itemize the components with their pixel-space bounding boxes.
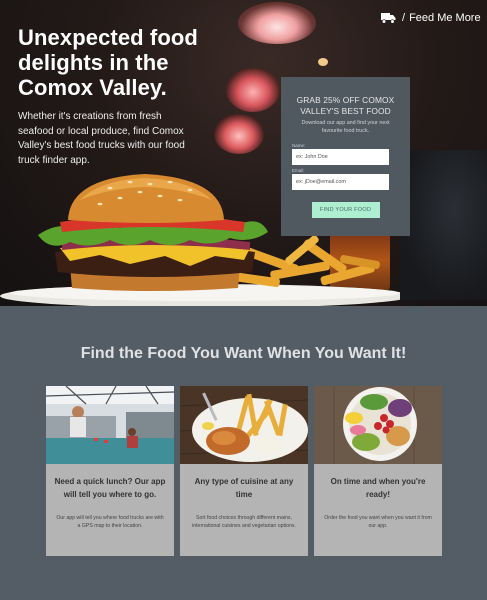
- salad-bowl-image: [314, 386, 442, 464]
- feature-cards: Need a quick lunch? Our app will tell yo…: [46, 386, 442, 556]
- section-title: Find the Food You Want When You Want It!: [80, 345, 407, 362]
- card-text: Sort food choices through different main…: [192, 515, 296, 530]
- pendant-light: [318, 58, 328, 66]
- pendant-light: [226, 68, 280, 112]
- pendant-light: [238, 2, 316, 44]
- email-field[interactable]: [292, 174, 389, 190]
- truck-icon: [381, 13, 396, 24]
- hero-description: Whether it's creations from fresh seafoo…: [18, 111, 185, 166]
- card-title: On time and when you're ready!: [330, 477, 426, 499]
- feature-card: Any type of cuisine at any time Sort foo…: [180, 386, 308, 556]
- find-your-food-button[interactable]: FIND YOUR FOOD: [311, 202, 380, 218]
- fries-basket-image: [180, 386, 308, 464]
- card-title: Need a quick lunch? Our app will tell yo…: [54, 477, 166, 499]
- hero-banner: Unexpected food delights in the Comox Va…: [0, 0, 487, 306]
- food-court-image: [46, 386, 174, 464]
- promo-subtitle: Download our app and find your next favo…: [301, 120, 390, 134]
- background-shadow: [400, 150, 487, 300]
- hero-title: Unexpected food delights in the Comox Va…: [18, 25, 198, 100]
- nav-separator: /: [402, 12, 406, 24]
- nav-label: Feed Me More: [409, 12, 481, 24]
- name-field[interactable]: [292, 149, 389, 165]
- promo-signup-form: GRAB 25% OFF COMOX VALLEY'S BEST FOOD Do…: [281, 77, 410, 236]
- card-title: Any type of cuisine at any time: [194, 477, 294, 499]
- pendant-light: [214, 114, 264, 154]
- feature-card: Need a quick lunch? Our app will tell yo…: [46, 386, 174, 556]
- promo-title: GRAB 25% OFF COMOX VALLEY'S BEST FOOD: [296, 95, 395, 116]
- feature-card: On time and when you're ready! Order the…: [314, 386, 442, 556]
- feed-me-more-link[interactable]: / Feed Me More: [381, 10, 481, 26]
- card-text: Order the food you want when you want it…: [324, 515, 432, 530]
- card-text: Our app will tell you where food trucks …: [56, 515, 164, 530]
